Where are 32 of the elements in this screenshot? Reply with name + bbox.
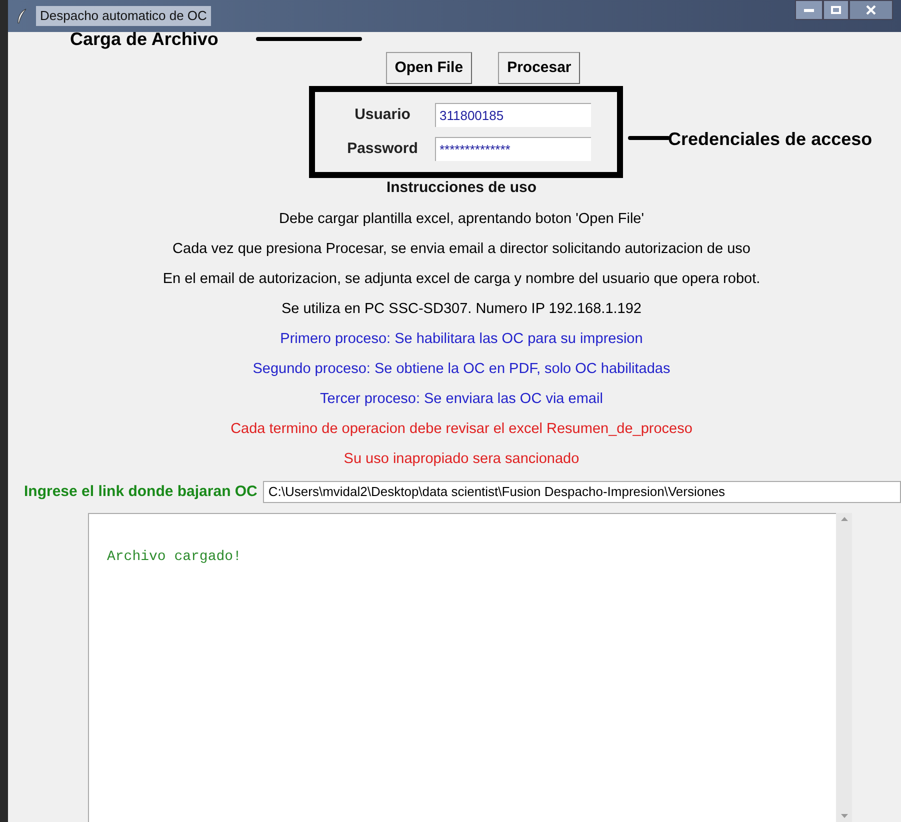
scrollbar[interactable] [836, 513, 852, 822]
annotation-label: Credenciales de acceso [668, 128, 872, 151]
instruction-line: Cada termino de operacion debe revisar el excel Resumen_de_proceso [230, 420, 692, 438]
window-title: Despacho automatico de OC [36, 6, 211, 26]
instruction-line: Debe cargar plantilla excel, aprentando boton 'Open File' [278, 210, 644, 228]
scroll-up-icon [840, 517, 848, 521]
action-button[interactable]: Open File [386, 52, 472, 84]
scroll-down-icon [840, 814, 848, 818]
log-text: Archivo cargado! [107, 549, 242, 565]
instruction-line: Tercer proceso: Se enviara las OC via email [320, 390, 603, 408]
instruction-line: Cada vez que presiona Procesar, se envia email a director solicitando autorizacion de uso [172, 240, 750, 258]
log-area[interactable]: Archivo cargado! [88, 513, 836, 822]
instructions-title: Instrucciones de uso [386, 178, 537, 198]
input-field[interactable]: ************** [434, 137, 590, 161]
maximize-button[interactable] [823, 0, 849, 20]
minimize-button[interactable] [795, 0, 823, 20]
field-label: Usuario [354, 104, 412, 125]
instruction-line: Segundo proceso: Se obtiene la OC en PDF, solo OC habilitadas [252, 360, 670, 378]
action-button[interactable]: Procesar [498, 52, 580, 84]
annotation-label: Carga de Archivo [70, 29, 218, 49]
leader-line [628, 136, 670, 140]
close-icon [866, 5, 876, 15]
feather-icon [16, 8, 28, 24]
instruction-line: Se utiliza en PC SSC-SD307. Numero IP 192.168.1.192 [281, 300, 642, 318]
instruction-line: Primero proceso: Se habilitara las OC para su impresion [280, 330, 643, 348]
link-label: Ingrese el link donde bajaran OC [24, 482, 258, 502]
instruction-line: Su uso inapropiado sera sancionado [344, 450, 580, 468]
field-label: Password [346, 138, 419, 159]
close-button[interactable] [849, 0, 893, 20]
input-field[interactable]: 311800185 [434, 103, 590, 127]
instruction-line: En el email de autorizacion, se adjunta excel de carga y nombre del usuario que opera robot. [162, 270, 760, 288]
input-field[interactable]: C:\Users\mvidal2\Desktop\data scientist\Fusion Despacho-Impresion\Versiones [263, 480, 901, 503]
